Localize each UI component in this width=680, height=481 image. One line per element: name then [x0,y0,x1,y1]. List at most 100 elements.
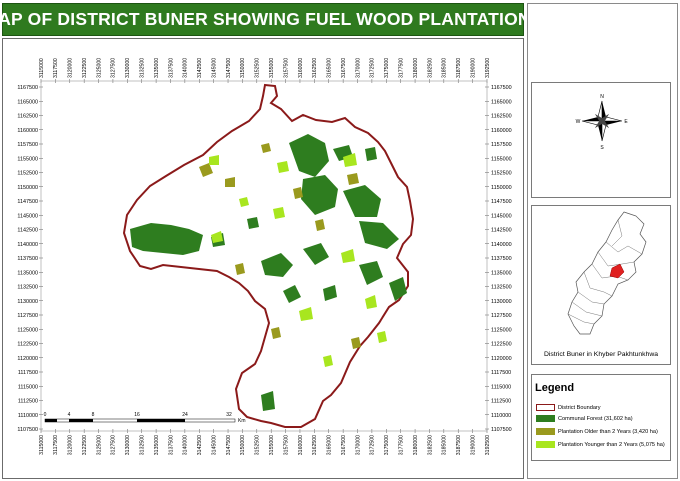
map-title: MAP OF DISTRICT BUNER SHOWING FUEL WOOD … [0,9,543,29]
northing-tick-label: 1115000 [18,384,38,390]
easting-tick-label: 3125000 [96,58,102,78]
easting-tick-label: 3175000 [384,58,390,78]
northing-tick-label: 1110000 [491,413,511,419]
khyber-pakhtunkhwa-locator-map [567,211,647,335]
easting-tick-label: 3162500 [312,435,318,455]
northing-tick-label: 1165000 [17,99,38,105]
easting-tick-label: 3157500 [283,58,289,78]
easting-tick-label: 3147500 [226,58,232,78]
easting-tick-label: 3182500 [427,58,433,78]
northing-tick-label: 1157500 [491,142,512,148]
northing-tick-label: 1127500 [17,313,38,319]
easting-tick-label: 3152500 [255,58,261,78]
scale-label-32: 32 [226,412,232,418]
northing-tick-label: 1135000 [17,270,38,276]
northing-tick-label: 1142500 [17,228,38,234]
northing-tick-label: 1142500 [491,228,512,234]
northing-tick-label: 1140000 [17,242,38,248]
easting-tick-label: 3140000 [183,58,189,78]
northing-tick-label: 1122500 [17,342,38,348]
easting-tick-label: 3167500 [341,435,347,455]
easting-tick-label: 3137500 [168,58,174,78]
northing-tick-label: 1147500 [491,199,512,205]
map-frame: 3115000 3117500 3120000 3122500 3125000 31275… [2,38,524,479]
easting-tick-label: 3177500 [398,435,404,455]
easting-tick-label: 3130000 [125,435,131,455]
south-label: S [600,145,604,151]
scale-unit: Km [238,418,246,424]
northing-tick-label: 1140000 [491,242,512,248]
easting-tick-label: 3135000 [154,58,160,78]
northing-tick-label: 1107500 [17,427,38,433]
easting-tick-label: 3115000 [39,435,45,455]
easting-tick-label: 3130000 [125,58,131,78]
easting-tick-label: 3120000 [68,58,74,78]
scale-label-24: 24 [182,412,188,418]
legend-item-boundary: District Boundary [536,403,601,412]
scale-label-16: 16 [134,412,140,418]
easting-tick-label: 3127500 [111,58,117,78]
northing-tick-label: 1155000 [491,156,512,162]
northing-tick-label: 1167500 [491,85,512,91]
northing-tick-label: 1150000 [17,185,38,191]
legend-label: Plantation Younger than 2 Years (5,075 h… [558,441,665,448]
west-label: W [576,119,581,125]
northing-tick-label: 1132500 [491,285,512,291]
easting-tick-label: 3190000 [470,435,476,455]
easting-tick-label: 3135000 [154,435,160,455]
legend-title: Legend [535,382,575,394]
easting-tick-label: 3157500 [283,435,289,455]
easting-tick-label: 3160000 [298,58,304,78]
easting-tick-label: 3185000 [442,58,448,78]
easting-tick-label: 3150000 [240,58,246,78]
legend: Legend District Boundary Communal Forest… [531,374,671,461]
easting-tick-label: 3190000 [470,58,476,78]
scale-label-4: 4 [68,412,71,418]
easting-tick-label: 3150000 [240,435,246,455]
northing-tick-label: 1120000 [491,356,512,362]
locator-map-panel: District Buner in Khyber Pakhtunkhwa [531,205,671,365]
northing-tick-label: 1135000 [491,270,512,276]
legend-label: District Boundary [558,404,601,411]
easting-tick-label: 3172500 [370,435,376,455]
northing-tick-label: 1165000 [491,99,512,105]
easting-tick-label: 3142500 [197,58,203,78]
easting-tick-label: 3132500 [140,435,146,455]
easting-tick-label: 3127500 [111,435,117,455]
legend-swatch-boundary [536,404,555,411]
northing-tick-label: 1160000 [17,128,38,134]
legend-item-older-plantation: Plantation Older than 2 Years (3,420 ha) [536,427,658,436]
easting-tick-label: 3165000 [327,58,333,78]
legend-swatch-forest [536,415,555,422]
easting-tick-label: 3122500 [82,435,88,455]
northing-tick-label: 1122500 [491,342,512,348]
easting-tick-label: 3122500 [82,58,88,78]
easting-tick-label: 3115000 [39,58,45,78]
northing-tick-label: 1137500 [491,256,512,262]
legend-label: Communal Forest (31,602 ha) [558,415,633,422]
northing-tick-label: 1162500 [491,114,512,120]
legend-label: Plantation Older than 2 Years (3,420 ha) [558,428,658,435]
easting-tick-label: 3187500 [456,58,462,78]
easting-tick-label: 3117500 [53,58,59,78]
easting-tick-label: 3170000 [355,58,361,78]
northing-tick-label: 1125000 [17,327,38,333]
northing-tick-label: 1155000 [17,156,38,162]
easting-tick-label: 3142500 [197,435,203,455]
easting-tick-label: 3117500 [53,435,59,455]
easting-tick-label: 3140000 [183,435,189,455]
northing-tick-label: 1152500 [17,171,38,177]
easting-tick-label: 3155000 [269,435,275,455]
northing-tick-label: 1117500 [491,370,511,376]
compass-rose-icon: N S E W [576,94,629,151]
northing-tick-label: 1130000 [17,299,38,305]
northing-tick-label: 1150000 [491,185,512,191]
title-banner: MAP OF DISTRICT BUNER SHOWING FUEL WOOD … [0,3,542,36]
easting-tick-label: 3125000 [96,435,102,455]
northing-tick-label: 1110000 [18,413,38,419]
northing-tick-label: 1117500 [18,370,38,376]
northing-tick-label: 1130000 [491,299,512,305]
legend-swatch-older [536,428,555,435]
northing-tick-label: 1137500 [17,256,38,262]
northing-tick-label: 1167500 [17,85,38,91]
